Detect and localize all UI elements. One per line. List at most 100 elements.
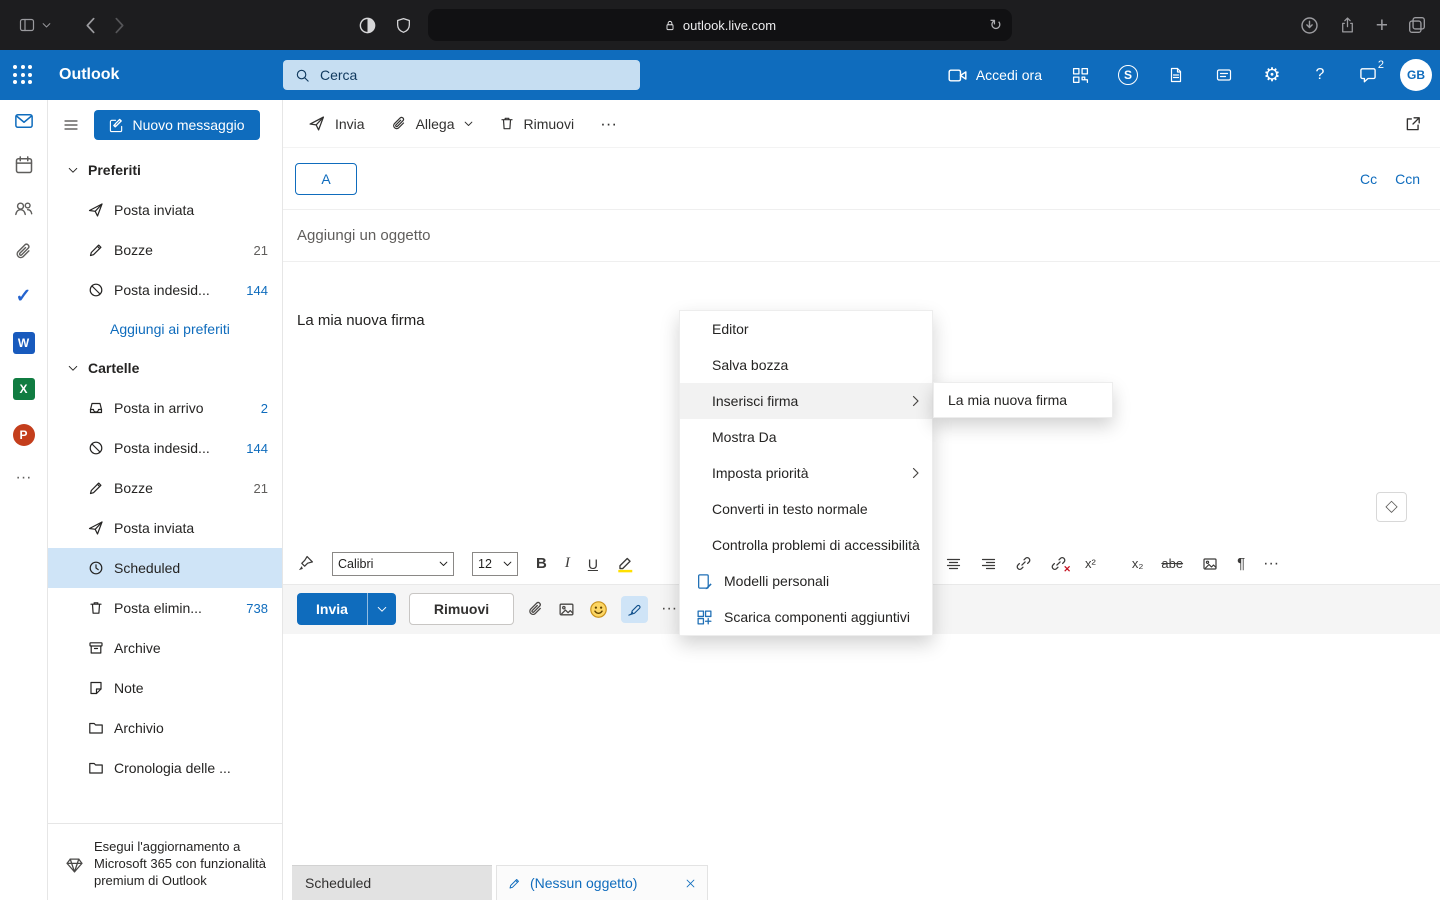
tab-scheduled[interactable]: Scheduled (292, 865, 492, 900)
premium-hint-button[interactable]: ◇ (1376, 492, 1407, 522)
send-options-dropdown[interactable] (367, 593, 396, 625)
send-split-button[interactable]: Invia (297, 593, 396, 625)
address-bar[interactable]: outlook.live.com ↻ (428, 9, 1012, 41)
qr-code-button[interactable] (1056, 50, 1104, 100)
reload-icon[interactable]: ↻ (989, 18, 1002, 33)
unlink-icon[interactable]: ✕ (1050, 555, 1067, 572)
menu-item-converti-testo[interactable]: Converti in testo normale (680, 491, 932, 527)
back-icon[interactable] (85, 17, 96, 34)
insert-image-icon[interactable] (1201, 556, 1219, 572)
tab-draft-active[interactable]: (Nessun oggetto) (496, 865, 708, 900)
todo-icon[interactable]: ✓ (16, 285, 32, 308)
more-options-icon[interactable]: ··· (589, 109, 628, 138)
subscript-button[interactable]: x₂ (1132, 556, 1144, 571)
discard-button[interactable]: Rimuovi (409, 593, 514, 625)
feedback-button[interactable]: 2 (1344, 50, 1392, 100)
attachments-icon[interactable] (14, 242, 33, 261)
send-toolbar-button[interactable]: Invia (297, 109, 376, 138)
folder-item-sent[interactable]: Posta inviata (48, 508, 282, 548)
paragraph-marks-icon[interactable]: ¶ (1237, 556, 1245, 571)
font-size-select[interactable]: 12 (472, 552, 518, 576)
strikethrough-button[interactable]: abe (1161, 556, 1183, 571)
menu-item-mostra-da[interactable]: Mostra Da (680, 419, 932, 455)
send-button[interactable]: Invia (297, 593, 367, 625)
forward-icon[interactable] (114, 17, 125, 34)
menu-item-inserisci-firma[interactable]: Inserisci firma (680, 383, 932, 419)
settings-button[interactable]: ⚙ (1248, 50, 1296, 100)
shield-extension-icon[interactable] (395, 16, 412, 35)
close-tab-icon[interactable] (685, 878, 696, 889)
word-icon[interactable]: W (13, 332, 35, 354)
open-in-new-window-icon[interactable] (1404, 115, 1422, 133)
downloads-icon[interactable] (1300, 16, 1319, 35)
menu-item-componenti-aggiuntivi[interactable]: Scarica componenti aggiuntivi (680, 599, 932, 635)
folder-item-scheduled[interactable]: Scheduled (48, 548, 282, 588)
notes-button[interactable] (1200, 50, 1248, 100)
insert-picture-icon[interactable] (557, 601, 576, 618)
office-docs-button[interactable] (1152, 50, 1200, 100)
more-formatting-icon[interactable]: ··· (1263, 556, 1279, 572)
menu-item-modelli-personali[interactable]: Modelli personali (680, 563, 932, 599)
bcc-button[interactable]: Ccn (1395, 171, 1420, 187)
menu-item-accessibilita[interactable]: Controlla problemi di accessibilità (680, 527, 932, 563)
to-button[interactable]: A (295, 163, 357, 195)
cc-button[interactable]: Cc (1360, 171, 1377, 187)
font-name-select[interactable]: Calibri (332, 552, 454, 576)
people-icon[interactable] (13, 199, 34, 218)
remove-toolbar-button[interactable]: Rimuovi (488, 109, 586, 138)
hamburger-icon[interactable] (62, 117, 80, 133)
folder-item-note[interactable]: Note (48, 668, 282, 708)
underline-button[interactable]: U (588, 556, 598, 572)
align-center-icon[interactable] (945, 556, 962, 572)
upgrade-banner[interactable]: Esegui l'aggiornamento a Microsoft 365 c… (48, 823, 282, 900)
excel-icon[interactable]: X (13, 378, 35, 400)
align-right-icon[interactable] (980, 556, 997, 572)
folder-item-junk[interactable]: Posta indesid... 144 (48, 428, 282, 468)
superscript-button[interactable]: x² (1085, 556, 1096, 571)
help-button[interactable]: ? (1296, 50, 1344, 100)
calendar-icon[interactable] (14, 155, 34, 175)
subject-input[interactable]: Aggiungi un oggetto (283, 210, 1440, 262)
link-icon[interactable] (1015, 555, 1032, 572)
folder-item-archive[interactable]: Archive (48, 628, 282, 668)
powerpoint-icon[interactable]: P (13, 424, 35, 446)
folder-item-drafts-fav[interactable]: Bozze 21 (48, 230, 282, 270)
skype-button[interactable]: S (1104, 50, 1152, 100)
italic-button[interactable]: I (565, 555, 570, 572)
bold-button[interactable]: B (536, 555, 547, 572)
format-painter-icon[interactable] (297, 555, 314, 572)
new-message-button[interactable]: Nuovo messaggio (94, 110, 260, 140)
dark-mode-extension-icon[interactable] (358, 16, 377, 35)
signature-submenu-item[interactable]: La mia nuova firma (933, 382, 1113, 418)
attach-file-icon[interactable] (527, 600, 544, 618)
favorites-section-header[interactable]: Preferiti (48, 150, 282, 190)
menu-item-salva-bozza[interactable]: Salva bozza (680, 347, 932, 383)
mail-icon[interactable] (13, 111, 35, 131)
folder-item-drafts[interactable]: Bozze 21 (48, 468, 282, 508)
signin-button[interactable]: Accedi ora (934, 50, 1056, 100)
folder-item-deleted[interactable]: Posta elimin... 738 (48, 588, 282, 628)
attach-toolbar-button[interactable]: Allega (380, 109, 484, 138)
add-favorites-link[interactable]: Aggiungi ai preferiti (48, 310, 282, 348)
more-apps-icon[interactable]: ··· (16, 470, 32, 486)
app-launcher-icon[interactable] (13, 65, 33, 85)
folder-item-archivio[interactable]: Archivio (48, 708, 282, 748)
folder-item-junk-fav[interactable]: Posta indesid... 144 (48, 270, 282, 310)
new-tab-icon[interactable]: + (1376, 15, 1388, 36)
folder-item-sent-fav[interactable]: Posta inviata (48, 190, 282, 230)
account-button[interactable]: GB (1392, 50, 1440, 100)
emoji-icon[interactable] (589, 600, 608, 619)
sidebar-toggle-icon[interactable] (18, 17, 36, 33)
more-actions-icon[interactable]: ··· (661, 601, 677, 617)
chevron-down-icon[interactable] (42, 22, 51, 29)
folder-item-inbox[interactable]: Posta in arrivo 2 (48, 388, 282, 428)
share-icon[interactable] (1339, 16, 1356, 35)
signature-pen-button[interactable] (621, 596, 648, 623)
highlighter-icon[interactable] (616, 554, 634, 573)
folders-section-header[interactable]: Cartelle (48, 348, 282, 388)
tab-overview-icon[interactable] (1408, 16, 1426, 34)
folder-item-cronologia[interactable]: Cronologia delle ... (48, 748, 282, 788)
menu-item-editor[interactable]: Editor (680, 311, 932, 347)
menu-item-imposta-priorita[interactable]: Imposta priorità (680, 455, 932, 491)
search-input[interactable]: Cerca (283, 60, 640, 90)
